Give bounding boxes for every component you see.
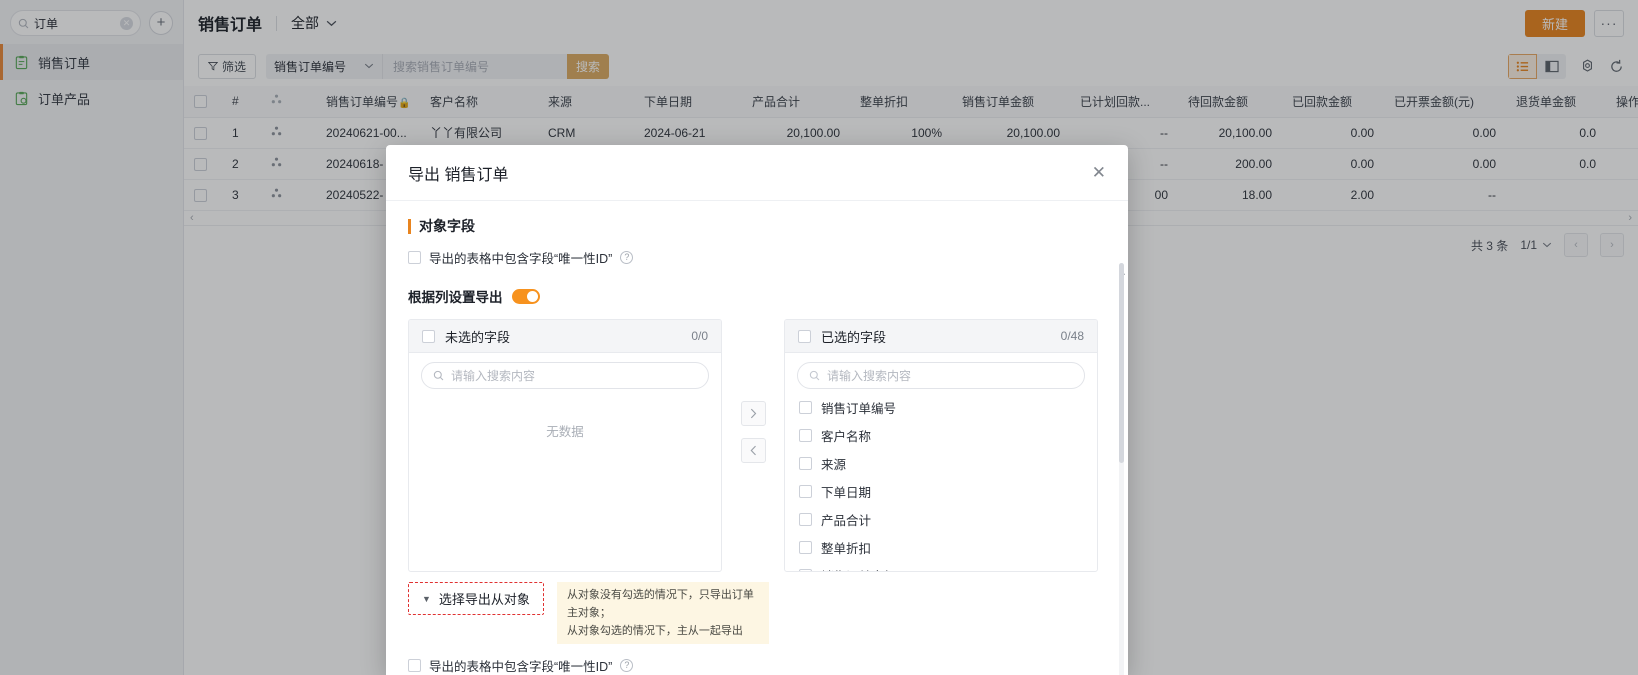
question-icon[interactable]: ? — [620, 659, 634, 672]
selected-search-input[interactable]: 请输入搜索内容 — [797, 362, 1085, 389]
list-item[interactable]: 销售订单金额 — [797, 561, 1085, 571]
unselected-title: 未选的字段 — [445, 329, 511, 345]
export-dialog: 导出 销售订单 ✕ 对象字段 导出的表格中包含字段“唯一性ID” ? 根据列设置… — [386, 145, 1128, 675]
selected-select-all-checkbox[interactable] — [798, 329, 811, 343]
list-item[interactable]: 销售订单编号 — [797, 393, 1085, 421]
field-checkbox[interactable] — [799, 540, 812, 554]
unselected-search-input[interactable]: 请输入搜索内容 — [421, 362, 709, 389]
list-item[interactable]: 整单折扣 — [797, 533, 1085, 561]
move-left-button[interactable] — [740, 438, 766, 463]
list-item[interactable]: 下单日期 — [797, 477, 1085, 505]
unique-id-option[interactable]: 导出的表格中包含字段“唯一性ID” ? — [408, 248, 1106, 267]
transfer-arrows — [722, 319, 784, 463]
sub-object-tip: 从对象没有勾选的情况下，只导出订单主对象； 从对象勾选的情况下，主从一起导出 — [556, 582, 769, 644]
search-icon — [809, 370, 820, 381]
select-sub-object-button[interactable]: ▼ 选择导出从对象 — [408, 582, 544, 615]
unselected-empty-text: 无数据 — [546, 425, 584, 439]
field-checkbox[interactable] — [799, 568, 812, 571]
unselected-panel: 未选的字段 0/0 请输入搜索内容 无数据 — [408, 319, 722, 572]
unique-id-checkbox[interactable] — [408, 251, 421, 264]
unselected-panel-header: 未选的字段 0/0 — [409, 320, 721, 353]
search-icon — [433, 370, 444, 381]
unique-id-label: 导出的表格中包含字段“唯一性ID” — [429, 252, 613, 266]
field-transfer: 未选的字段 0/0 请输入搜索内容 无数据 已选的字段 0/48 请输入搜索内容… — [408, 319, 1106, 572]
field-label: 销售订单金额 — [821, 566, 896, 572]
field-label: 客户名称 — [821, 429, 872, 444]
dialog-scrollbar[interactable] — [1119, 263, 1124, 675]
selected-count: 0/48 — [1060, 329, 1084, 343]
section-title-object-fields: 对象字段 — [408, 219, 1106, 234]
bottom-unique-id-option[interactable]: 导出的表格中包含字段“唯一性ID” ? — [408, 656, 1106, 675]
bottom-unique-id-label: 导出的表格中包含字段“唯一性ID” — [429, 660, 613, 674]
dialog-title: 导出 销售订单 — [408, 166, 509, 184]
selected-panel-body: 请输入搜索内容 销售订单编号 客户名称 来源 下单日期 产品合计 整单折扣 — [785, 353, 1097, 571]
dialog-header: 导出 销售订单 ✕ — [386, 145, 1128, 201]
unselected-select-all-checkbox[interactable] — [422, 329, 435, 343]
field-checkbox[interactable] — [799, 400, 812, 414]
tip-line-2: 从对象勾选的情况下，主从一起导出 — [566, 625, 743, 637]
field-checkbox[interactable] — [799, 484, 812, 498]
list-item[interactable]: 客户名称 — [797, 421, 1085, 449]
field-label: 销售订单编号 — [821, 401, 897, 416]
field-checkbox[interactable] — [799, 428, 812, 442]
column-export-toggle[interactable] — [511, 288, 540, 304]
dialog-body: 对象字段 导出的表格中包含字段“唯一性ID” ? 根据列设置导出 未选的字段 0… — [386, 201, 1128, 675]
column-export-row: 根据列设置导出 — [408, 286, 1106, 306]
app-root: 订单 ✕ + 销售订单 订单产品 销售订单 全部 新建 ··· 筛选 销售订单编… — [0, 0, 1638, 675]
selected-panel: 已选的字段 0/48 请输入搜索内容 销售订单编号 客户名称 来源 下单日期 产… — [784, 319, 1098, 572]
field-label: 产品合计 — [821, 513, 872, 528]
bottom-unique-id-checkbox[interactable] — [408, 659, 421, 672]
caret-down-icon: ▼ — [422, 593, 431, 604]
select-sub-object-label: 选择导出从对象 — [438, 592, 530, 607]
tip-line-1: 从对象没有勾选的情况下，只导出订单主对象； — [566, 589, 754, 619]
move-right-button[interactable] — [740, 401, 766, 426]
selected-search-placeholder: 请输入搜索内容 — [827, 369, 912, 383]
selected-title: 已选的字段 — [821, 329, 887, 345]
sub-object-section: ▼ 选择导出从对象 从对象没有勾选的情况下，只导出订单主对象； 从对象勾选的情况… — [408, 582, 1106, 644]
chevron-left-icon — [750, 445, 756, 456]
list-item[interactable]: 产品合计 — [797, 505, 1085, 533]
list-item[interactable]: 来源 — [797, 449, 1085, 477]
field-label: 下单日期 — [821, 485, 872, 500]
unselected-count: 0/0 — [691, 329, 708, 343]
close-icon[interactable]: ✕ — [1092, 163, 1106, 183]
field-label: 来源 — [821, 457, 847, 472]
selected-panel-header: 已选的字段 0/48 — [785, 320, 1097, 353]
question-icon[interactable]: ? — [620, 251, 634, 264]
field-checkbox[interactable] — [799, 456, 812, 470]
unselected-search-placeholder: 请输入搜索内容 — [451, 369, 536, 383]
column-export-label: 根据列设置导出 — [408, 290, 503, 305]
field-checkbox[interactable] — [799, 512, 812, 526]
unselected-panel-body: 请输入搜索内容 无数据 — [409, 353, 721, 571]
selected-field-list: 销售订单编号 客户名称 来源 下单日期 产品合计 整单折扣 — [797, 393, 1085, 571]
chevron-right-icon — [750, 408, 756, 419]
field-label: 整单折扣 — [821, 541, 872, 556]
